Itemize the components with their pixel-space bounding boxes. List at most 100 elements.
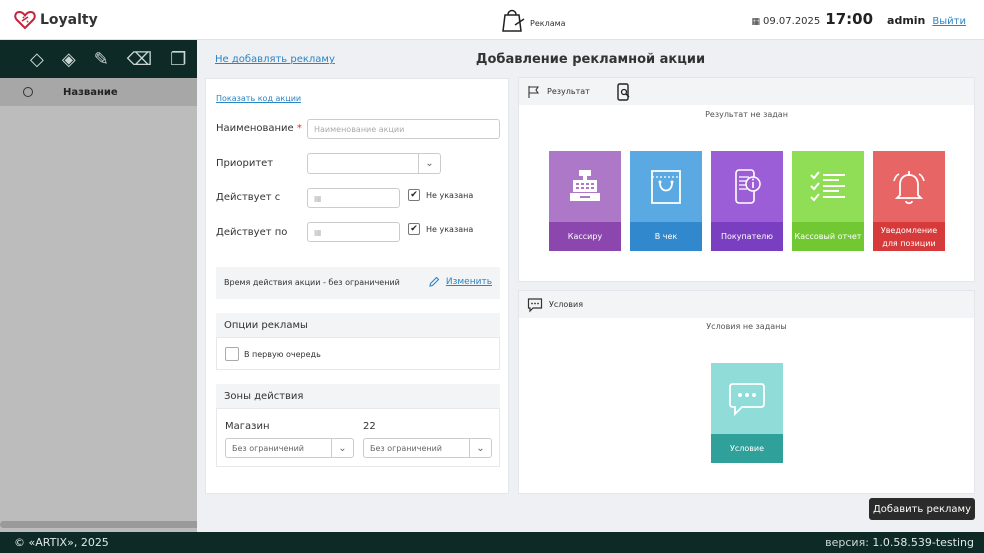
tile-receipt[interactable]: В чек [630,151,702,251]
conditions-empty-text: Условия не заданы [706,322,787,331]
first-queue-checkbox[interactable] [225,347,239,361]
tile-receipt-top [630,151,702,222]
checklist-icon [810,170,845,201]
store-select-value: Без ограничений [232,443,304,453]
to-not-specified-checkbox[interactable]: ✔ [408,223,420,235]
tile-customer-top [711,151,783,222]
logout-link[interactable]: Выйти [932,16,966,27]
zones-body: Магазин 22 Без ограничений ⌄ Без огранич… [216,408,500,467]
ad-options-header: Опции рекламы [216,313,500,337]
horizontal-scrollbar[interactable] [0,521,200,528]
tile-position-notice-label: Уведомление для позиции [873,222,945,251]
top-bar: Loyalty Реклама ▦ 09.07.2025 17:00 admin… [0,0,984,40]
tags-icon[interactable]: ◈ [62,49,76,70]
zone-select[interactable]: Без ограничений ⌄ [363,438,492,458]
add-ad-button[interactable]: Добавить рекламу [869,498,975,520]
pencil-icon [429,276,440,287]
from-not-specified-label: Не указана [426,191,474,200]
tile-cashier[interactable]: Кассиру [549,151,621,251]
tile-position-notice-top [873,151,945,222]
mobile-info-icon [735,168,761,204]
tile-receipt-label: В чек [630,222,702,251]
tile-cash-report[interactable]: Кассовый отчет [792,151,864,251]
tile-condition[interactable]: Условие [711,363,783,463]
priority-label: Приоритет [216,158,274,169]
version-value: 1.0.58.539-testing [872,536,974,549]
from-not-specified-checkbox[interactable]: ✔ [408,189,420,201]
list-toolbar: ◇ ◈ ✎ ⌫ ❐ [0,40,200,78]
chevron-down-icon: ⌄ [331,439,353,457]
required-mark: * [296,123,302,134]
edit-icon[interactable]: ✎ [94,49,109,70]
result-header: Результат [519,78,974,105]
chevron-down-icon: ⌄ [469,439,491,457]
name-input[interactable]: Наименование акции [307,119,500,139]
footer: © «ARTIX», 2025 версия: 1.0.58.539-testi… [0,532,984,553]
time-limit-box: Время действия акции - без ограничений И… [216,267,500,299]
cash-register-icon [570,169,600,201]
tile-condition-top [711,363,783,434]
conditions-header: Условия [519,291,974,318]
name-placeholder: Наименование акции [314,124,405,134]
result-card: Результат Результат не задан Кассиру В ч… [518,77,975,282]
section-name: Реклама [530,18,566,28]
username: admin [887,14,926,27]
tile-cashier-top [549,151,621,222]
column-name: Название [63,86,118,98]
ad-form: Показать код акции Наименование * Наимен… [205,78,509,494]
ad-options-title: Опции рекламы [224,320,308,331]
tile-customer-label: Покупателю [711,222,783,251]
from-date-input[interactable]: ▦ [307,188,400,208]
zone-select-value: Без ограничений [370,443,442,453]
name-label: Наименование * [216,123,302,134]
section-nav[interactable]: Реклама [500,5,566,33]
chevron-down-icon: ⌄ [418,154,440,173]
select-all-icon[interactable] [23,87,33,97]
current-date: 09.07.2025 [763,16,821,27]
version-label: версия: [825,536,869,549]
change-link[interactable]: Изменить [428,276,492,288]
heart-logo-icon [14,10,36,30]
result-empty-text: Результат не задан [705,110,788,119]
version-info: версия: 1.0.58.539-testing [825,536,974,549]
tile-customer[interactable]: Покупателю [711,151,783,251]
conditions-header-label: Условия [549,300,584,309]
list-header: Название [0,78,200,106]
app-logo[interactable]: Loyalty [14,9,98,31]
calendar-icon: ▦ [314,227,322,237]
tile-position-notice[interactable]: Уведомление для позиции [873,151,945,251]
tag-icon[interactable]: ◇ [30,49,44,70]
tile-condition-label: Условие [711,434,783,463]
zones-title: Зоны действия [224,391,304,402]
change-link-text: Изменить [445,277,492,287]
calendar-icon: ▦ [751,17,761,27]
tile-cashier-label: Кассиру [549,222,621,251]
store-label: Магазин [225,421,270,432]
add-ad-panel: Не добавлять рекламу Добавление рекламно… [197,40,984,532]
first-queue-label: В первую очередь [244,350,321,359]
chat-icon [527,297,543,312]
bell-icon [893,170,925,204]
app-name: Loyalty [40,12,98,28]
chat-bubble-icon [729,382,765,416]
from-label: Действует с [216,192,281,203]
to-date-input[interactable]: ▦ [307,222,400,242]
name-label-text: Наименование [216,123,294,134]
tile-cash-report-label: Кассовый отчет [792,222,864,251]
trash-icon[interactable]: ⌫ [127,49,152,70]
shopping-bag-icon [502,9,525,32]
store-select[interactable]: Без ограничений ⌄ [225,438,354,458]
mobile-search-icon[interactable] [616,82,632,101]
show-code-link[interactable]: Показать код акции [216,94,301,103]
time-limit-text: Время действия акции - без ограничений [224,278,400,287]
priority-select[interactable]: ⌄ [307,153,441,174]
session-info: ▦ 09.07.2025 17:00 admin Выйти [752,10,967,28]
result-header-label: Результат [547,87,590,96]
copy-icon[interactable]: ❐ [170,49,186,70]
to-label: Действует по [216,227,288,238]
current-time: 17:00 [825,10,874,28]
flag-icon [528,85,540,98]
to-not-specified-label: Не указана [426,225,474,234]
ad-options-body: В первую очередь [216,337,500,370]
shopping-bag-icon [651,169,681,204]
